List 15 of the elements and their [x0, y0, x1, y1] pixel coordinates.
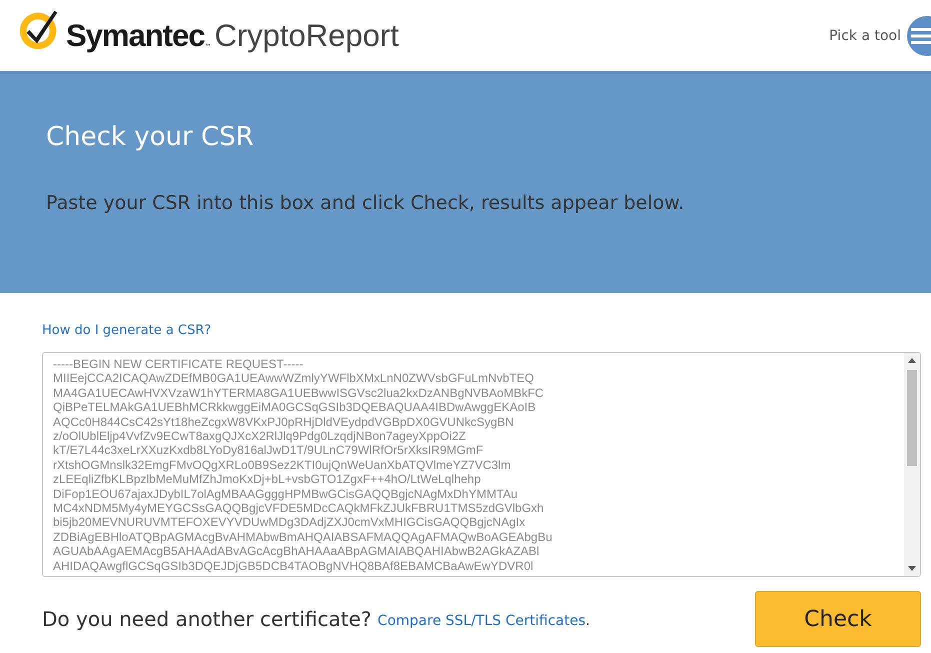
compare-link[interactable]: Compare SSL/TLS Certificates — [378, 613, 586, 629]
scroll-up-icon[interactable] — [908, 358, 916, 363]
product-name: CryptoReport — [214, 18, 399, 54]
brand-name: Symantec — [66, 18, 204, 54]
help-link[interactable]: How do I generate a CSR? — [42, 323, 212, 338]
menu-label[interactable]: Pick a tool — [829, 28, 901, 44]
menu-icon[interactable] — [905, 16, 931, 56]
check-button[interactable]: Check — [755, 591, 921, 647]
scroll-down-icon[interactable] — [908, 566, 916, 571]
instruction-text: Paste your CSR into this box and click Check, results appear below. — [46, 192, 686, 214]
csr-field[interactable]: -----BEGIN NEW CERTIFICATE REQUEST----- MIIEejCCA2ICAQAwZDEfMB0GA1UEAwwWZmlyYWFlbXMxLnN0ZWVsbGFuLmNvbTEQ MA4GA1UECAwHVXVzaW1hYTERMA8GA1UEBwwISGVsc2lua2kxDzANBgNVBAoMBkFC QiBPeTELMAkGA1UEBhMCRkkwggEiMA0GCSqGSIb3DQEBAQUAA4IBDwAwggEKAoIB AQCc0H844CsC42sYt18heZcgxW8VKxPJ0pRHjDldVEydpdVGBpDX0GVUNkcSygBN z/oOlUblEljp4VvfZv9ECwT8axgQJXcX2RlJlq9Pdg0LzqdjNBon7ageyXppOi2Z kT/E7L44c3xeLrXXuzKxdb8LYoDy816alJwD1T/9ULnC79WlRfOr5rXksIR9MGmF rXtshOGMnslk32EmgFMvOQgXRLo0B9Sez2KTI0ujQnWeUanXbATQVlmeYZ7VC3lm zLEEqliZfbKLBpzlbMeMuMfZhJmoKxDj+bL+vsbGTO1ZgxF++4hO/LtWeLqlhehp DiFop1EOU67ajaxJDybIL7olAgMBAAGgggHPMBwGCisGAQQBgjcNAgMxDhYMMTAu MC4xNDM5My4yMEYGCSsGAQQBgjcVFDE5MDcCAQkMFkZJUkFBRU1TMS5zdGVlbGxh bi5jb20MEVNURUVMTEFOXEVYVDUwMDg3DAdjZXJ0cmVxMHIGCisGAQQBgjcNAgIx ZDBiAgEBHloATQBpAGMAcgBvAHMAbwBmAHQAIABSAFMAQQAgAFMAQwBoAGEAbgBu AGUAbAAgAEMAcgB5AHAAdABvAGcAcgBhAHAAaABpAGMAIABQAHIAbwB2AGkAZABl AHIDAQAwgflGCSqGSIb3DQEJDjGB5DCB4TAOBgNVHQ8BAf8EBAMCBaAwEwYDVR0l — [42, 352, 921, 577]
period: . — [586, 613, 590, 629]
scrollbar[interactable] — [904, 353, 920, 576]
question-text: Do you need another certificate? — [42, 607, 372, 631]
page-title: Check your CSR — [46, 122, 255, 152]
